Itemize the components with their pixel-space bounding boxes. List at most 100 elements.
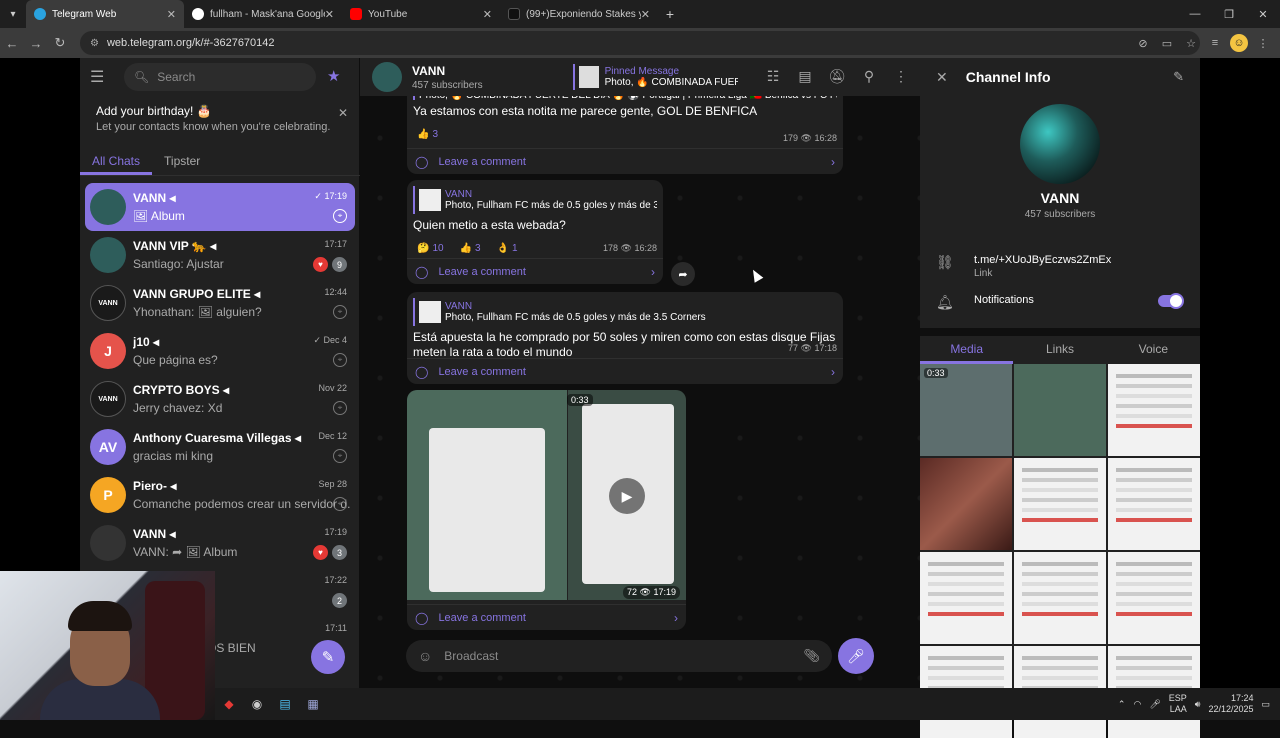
link-icon: ⛓	[936, 254, 954, 270]
reaction-chip[interactable]: 👌 1	[493, 239, 522, 257]
chat-item[interactable]: VANN VANN GRUPO ELITE ◂ Yhonathan: 🖼 algu…	[85, 279, 355, 327]
media-thumbnail[interactable]	[1108, 364, 1200, 456]
reply-quote[interactable]: VANN Photo, Fullham FC más de 0.5 goles …	[413, 186, 657, 214]
discussion-icon[interactable]: ▤	[796, 68, 814, 85]
reaction-chip[interactable]: 👍 3	[456, 239, 485, 257]
invite-link-row[interactable]: ⛓ t.me/+XUoJByEczws2ZmEx Link	[936, 254, 1186, 279]
mute-icon[interactable]: 🔕︎	[828, 68, 846, 85]
close-window-icon[interactable]: ✕	[1246, 0, 1280, 28]
tab-youtube[interactable]: YouTube ✕	[342, 0, 500, 28]
play-icon[interactable]: ▶	[609, 478, 645, 514]
chat-item[interactable]: J j10 ◂ Que página es? ✓ Dec 4 ⌖	[85, 327, 355, 375]
media-thumbnail[interactable]	[1108, 552, 1200, 644]
microphone-button[interactable]: 🎤︎	[838, 638, 874, 674]
chat-item[interactable]: VANN VIP 🐆 ◂ Santiago: Ajustar 17:17 ♥ 9	[85, 231, 355, 279]
url-field[interactable]: ⚙ web.telegram.org/k/#-3627670142	[80, 31, 1200, 55]
message-bubble[interactable]: VANN Photo, Fullham FC más de 0.5 goles …	[407, 180, 663, 284]
share-icon[interactable]: ➦	[671, 262, 695, 286]
birthday-banner[interactable]: Add your birthday! 🎂 Let your contacts k…	[86, 100, 354, 140]
chat-item[interactable]: VANN CRYPTO BOYS ◂ Jerry chavez: Xd Nov 2…	[85, 375, 355, 423]
tab-google[interactable]: fullham - Mask'ana Google ✕	[184, 0, 342, 28]
app-notepad-icon[interactable]: ▤	[271, 690, 299, 718]
close-tab-icon[interactable]: ✕	[325, 8, 334, 21]
search-input[interactable]: 🔍︎ Search	[124, 63, 316, 91]
chat-item[interactable]: AV Anthony Cuaresma Villegas ◂ gracias mi…	[85, 423, 355, 471]
channel-avatar[interactable]	[372, 62, 402, 92]
new-message-pencil-button[interactable]: ✎	[311, 640, 345, 674]
media-thumbnail[interactable]	[1014, 552, 1106, 644]
notifications-icon[interactable]: ▭	[1261, 699, 1270, 710]
media-thumbnail[interactable]	[1014, 364, 1106, 456]
leave-comment-button[interactable]: ◯ Leave a comment ›	[407, 148, 843, 174]
close-tab-icon[interactable]: ✕	[483, 8, 492, 21]
stories-star-icon[interactable]: ★	[327, 67, 340, 85]
emoji-icon[interactable]: ☺	[418, 648, 432, 664]
forward-icon[interactable]: →	[24, 36, 48, 51]
app-obs-icon[interactable]: ◉	[243, 690, 271, 718]
edit-pencil-icon[interactable]: ✎	[1173, 69, 1184, 85]
clock[interactable]: 17:24 22/12/2025	[1208, 693, 1253, 715]
more-options-icon[interactable]: ⋮	[892, 68, 910, 85]
close-tab-icon[interactable]: ✕	[641, 8, 650, 21]
close-tab-icon[interactable]: ✕	[167, 8, 176, 21]
attach-icon[interactable]: 📎︎	[803, 648, 820, 664]
pinned-message[interactable]: Pinned Message Photo, 🔥 COMBINADA FUERT.…	[573, 64, 738, 90]
tab-voice[interactable]: Voice	[1107, 336, 1200, 364]
eye-off-icon[interactable]: ⊘	[1134, 32, 1152, 54]
chevron-up-icon[interactable]: ⌃	[1118, 699, 1126, 710]
leave-comment-button[interactable]: ◯ Leave a comment ›	[407, 604, 686, 630]
message-bubble[interactable]: VANN Photo, Fullham FC más de 0.5 goles …	[407, 292, 843, 384]
media-thumbnail[interactable]	[1108, 458, 1200, 550]
maximize-icon[interactable]: ❐	[1212, 0, 1246, 28]
leave-comment-button[interactable]: ◯ Leave a comment ›	[407, 258, 663, 284]
tab-media[interactable]: Media	[920, 336, 1014, 364]
hamburger-menu-icon[interactable]: ☰	[90, 67, 116, 87]
media-thumbnail[interactable]	[920, 458, 1012, 550]
reaction-chip[interactable]: 👍 3	[413, 125, 442, 143]
back-icon[interactable]: ←	[0, 36, 24, 51]
notifications-toggle[interactable]	[1158, 293, 1184, 309]
tab-links[interactable]: Links	[1013, 336, 1106, 364]
message-composer[interactable]: ☺ Broadcast 📎︎	[406, 640, 832, 672]
tab-search-button[interactable]: ▾	[0, 0, 26, 28]
chat-item[interactable]: VANN ◂ 🖼 Album ✓ 17:19 ⌖	[85, 183, 355, 231]
site-info-icon[interactable]: ⚙	[90, 38, 99, 49]
close-banner-icon[interactable]: ✕	[338, 106, 348, 120]
mic-icon[interactable]: 🎤︎	[1149, 699, 1160, 710]
chat-item[interactable]: VANN ◂ VANN: ➦ 🖼 Album 17:19 ♥ 3	[85, 519, 355, 567]
wifi-icon[interactable]: ◠	[1133, 699, 1141, 710]
app-red-icon[interactable]: ◆	[215, 690, 243, 718]
reaction-chip[interactable]: 🤔 10	[413, 239, 448, 257]
chat-item[interactable]: P Piero- ◂ Comanche podemos crear un serv…	[85, 471, 355, 519]
cast-icon[interactable]: ▭	[1158, 32, 1176, 54]
app-calculator-icon[interactable]: ▦	[299, 690, 327, 718]
tab-tiktok[interactable]: (99+)Exponiendo Stakes y Grup ✕	[500, 0, 658, 28]
notifications-row[interactable]: 🔔︎ Notifications	[936, 294, 1186, 311]
reload-icon[interactable]: ↻	[48, 35, 72, 51]
pin-icon: ⌖	[333, 305, 347, 319]
language-indicator[interactable]: ESP LAA	[1169, 693, 1187, 715]
bookmark-star-icon[interactable]: ☆	[1182, 32, 1200, 54]
media-thumbnail[interactable]	[1014, 458, 1106, 550]
volume-icon[interactable]: 🔊︎	[1195, 699, 1201, 710]
tab-tipster[interactable]: Tipster	[152, 146, 212, 175]
reply-quote[interactable]: VANN Photo, Fullham FC más de 0.5 goles …	[413, 298, 837, 326]
pinned-list-icon[interactable]: ☷	[764, 68, 782, 85]
new-tab-button[interactable]: +	[658, 6, 682, 22]
minimize-icon[interactable]: —	[1178, 0, 1212, 28]
tab-telegram[interactable]: Telegram Web ✕	[26, 0, 184, 28]
album-photo[interactable]	[407, 390, 567, 600]
search-icon[interactable]: ⚲	[860, 68, 878, 85]
message-bubble[interactable]: Photo, 🔥 COMBINADA FUERTE DEL DIA 🔥 ⚽ Po…	[407, 84, 843, 174]
menu-dots-icon[interactable]: ⋮	[1254, 32, 1272, 54]
profile-avatar-icon[interactable]: ☺	[1230, 34, 1248, 52]
album-message[interactable]: 0:33 ▶ 72 👁 17:19 ◯ Leave a comment ›	[407, 390, 686, 630]
leave-comment-button[interactable]: ◯ Leave a comment ›	[407, 358, 843, 384]
media-thumbnail[interactable]	[920, 552, 1012, 644]
chat-header[interactable]: VANN 457 subscribers Pinned Message Phot…	[360, 58, 920, 96]
tab-all-chats[interactable]: All Chats	[80, 146, 153, 175]
channel-profile-avatar[interactable]	[1020, 104, 1100, 184]
close-icon[interactable]: ✕	[936, 69, 948, 86]
media-thumbnail[interactable]: 0:33	[920, 364, 1012, 456]
sidepanel-icon[interactable]: ≡	[1206, 32, 1224, 54]
